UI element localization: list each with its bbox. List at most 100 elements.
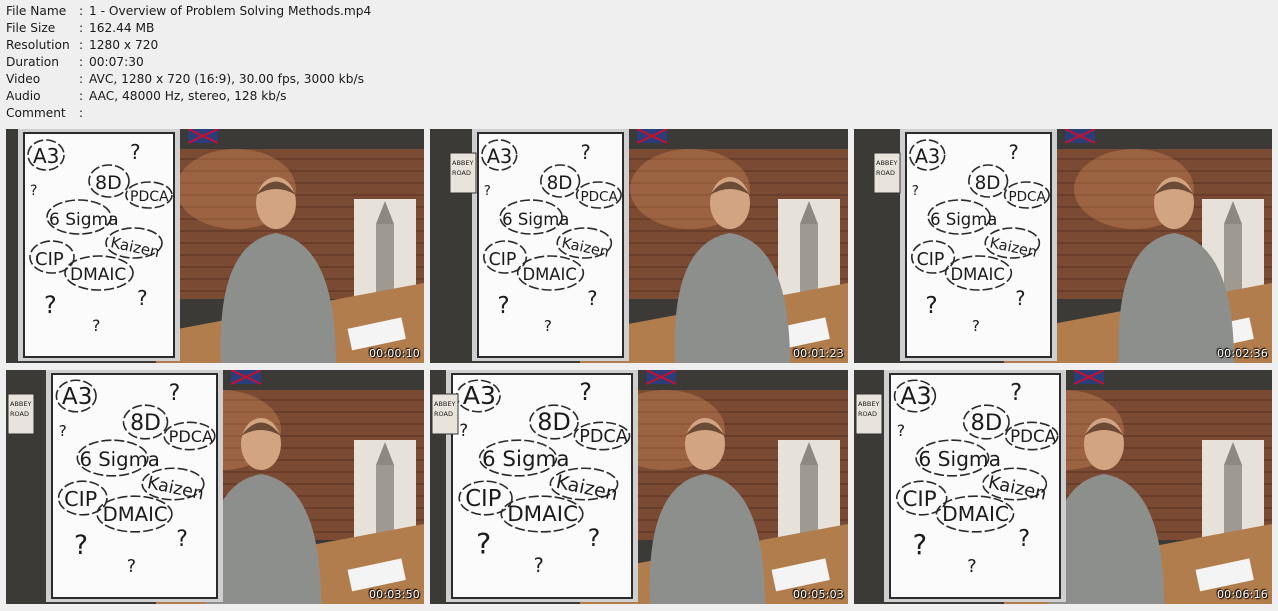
flipchart-word-6sigma: 6 Sigma [80, 448, 160, 471]
info-value: AAC, 48000 Hz, stereo, 128 kb/s [89, 89, 287, 103]
info-value: 00:07:30 [89, 55, 144, 69]
info-row-duration: Duration : 00:07:30 [6, 54, 371, 71]
flipchart-question-mark: ? [1010, 380, 1022, 406]
flipchart-question-mark: ? [1015, 287, 1025, 310]
flipchart-word-dmaic: DMAIC [942, 502, 1009, 526]
video-frame: A38DPDCA6 SigmaCIP KaizenDMAIC??? ??ABBEYR… [430, 370, 848, 604]
info-row-audio: Audio : AAC, 48000 Hz, stereo, 128 kb/s [6, 88, 371, 105]
flipchart-question-mark: ? [913, 530, 927, 561]
flipchart-question-mark: ? [169, 381, 181, 406]
street-sign-text: ABBEY [858, 400, 879, 408]
flipchart-word-6sigma: 6 Sigma [49, 210, 119, 230]
flipchart-word-cip: CIP [465, 486, 501, 512]
info-label: Resolution [6, 38, 70, 52]
street-sign-text: ROAD [858, 410, 877, 418]
info-row-resolution: Resolution : 1280 x 720 [6, 37, 371, 54]
flipchart-question-mark: ? [588, 524, 601, 552]
video-frame: A38DPDCA6 SigmaCIP KaizenDMAIC??? ??ABBEYR… [6, 370, 424, 604]
flipchart-word-pdca: PDCA [1008, 189, 1046, 205]
flipchart-question-mark: ? [30, 183, 37, 199]
flipchart-word-a3: A3 [900, 382, 931, 410]
info-colon: : [79, 89, 84, 103]
street-sign-text: ROAD [10, 410, 29, 418]
video-thumbnail: A3 8D PDCA 6 Sigma CIP Kaizen DMAIC????? ABBEY R… [430, 129, 848, 363]
flipchart-question-mark: ? [137, 286, 148, 310]
flipchart-question-mark: ? [580, 141, 590, 164]
flipchart-question-mark: ? [587, 287, 597, 310]
video-frame: A38DPDCA6 SigmaCIP KaizenDMAIC??? ??ABBEYR… [430, 129, 848, 363]
flipchart-word-8d: 8D [130, 411, 161, 436]
video-thumbnail: A3 8D PDCA 6 Sigma CIP Kaizen DMAIC????? 00:00:… [6, 129, 424, 363]
info-row-file-name: File Name : 1 - Overview of Problem Solv… [6, 3, 371, 20]
flipchart-question-mark: ? [912, 183, 919, 199]
video-thumbnail: A3 8D PDCA 6 Sigma CIP Kaizen DMAIC????? ABBEY R… [430, 370, 848, 604]
info-colon: : [79, 55, 84, 69]
flipchart-question-mark: ? [897, 421, 905, 440]
flipchart-word-6sigma: 6 Sigma [930, 210, 997, 229]
video-frame: A38DPDCA6 SigmaCIP KaizenDMAIC??? ??ABBEYR… [854, 129, 1272, 363]
flipchart-question-mark: ? [74, 530, 88, 561]
info-row-file-size: File Size : 162.44 MB [6, 20, 371, 37]
flipchart-word-pdca: PDCA [580, 189, 618, 205]
flipchart-question-mark: ? [44, 291, 57, 319]
timestamp-label: 00:06:16 [1216, 588, 1268, 601]
flipchart-question-mark: ? [967, 556, 977, 577]
flipchart-word-dmaic: DMAIC [103, 503, 168, 526]
flipchart-word-dmaic: DMAIC [950, 265, 1004, 284]
flipchart-question-mark: ? [176, 527, 188, 552]
info-colon: : [79, 4, 84, 18]
flipchart-word-8d: 8D [975, 173, 1001, 194]
video-thumbnail: A3 8D PDCA 6 Sigma CIP Kaizen DMAIC????? ABBEY R… [854, 370, 1272, 604]
flipchart-question-mark: ? [534, 554, 544, 577]
flipchart-question-mark: ? [92, 316, 101, 335]
flipchart-word-pdca: PDCA [1010, 427, 1057, 446]
info-label: Duration [6, 55, 59, 69]
flipchart-word-6sigma: 6 Sigma [502, 210, 569, 229]
flipchart-question-mark: ? [59, 422, 67, 440]
flipchart-word-cip: CIP [902, 487, 936, 512]
info-colon: : [79, 38, 84, 52]
flipchart-word-dmaic: DMAIC [507, 502, 578, 527]
info-value: 1 - Overview of Problem Solving Methods.… [89, 4, 372, 18]
flipchart-question-mark: ? [484, 183, 491, 199]
flipchart-question-mark: ? [544, 317, 552, 335]
video-frame: A38DPDCA6 SigmaCIP KaizenDMAIC????? [6, 129, 424, 363]
flipchart-word-cip: CIP [489, 250, 517, 270]
flipchart-word-8d: 8D [970, 410, 1002, 436]
flipchart-question-mark: ? [130, 140, 141, 164]
flipchart-word-cip: CIP [64, 487, 97, 511]
info-value: 162.44 MB [89, 21, 155, 35]
flipchart-word-a3: A3 [463, 381, 496, 410]
flipchart-question-mark: ? [459, 420, 468, 440]
flipchart-word-dmaic: DMAIC [70, 265, 126, 285]
timestamp-label: 00:03:50 [368, 588, 420, 601]
street-sign-text: ABBEY [452, 159, 473, 167]
street-sign-text: ABBEY [434, 400, 455, 408]
info-label: Audio [6, 89, 41, 103]
flipchart-word-a3: A3 [915, 145, 941, 168]
street-sign-text: ABBEY [876, 159, 897, 167]
flipchart-word-a3: A3 [62, 384, 93, 410]
info-label: Video [6, 72, 41, 86]
flipchart-question-mark: ? [1008, 141, 1018, 164]
flipchart-word-a3: A3 [33, 144, 59, 168]
info-colon: : [79, 21, 84, 35]
video-thumbnail: A3 8D PDCA 6 Sigma CIP Kaizen DMAIC????? ABBEY R… [854, 129, 1272, 363]
flipchart-question-mark: ? [476, 527, 491, 561]
flipchart-word-8d: 8D [537, 408, 571, 436]
flipchart-word-8d: 8D [95, 172, 122, 194]
video-thumbnail: A3 8D PDCA 6 Sigma CIP Kaizen DMAIC????? ABBEY R… [6, 370, 424, 604]
flipchart-word-8d: 8D [547, 173, 573, 194]
flipchart-question-mark: ? [925, 292, 937, 319]
file-info-panel: File Name : 1 - Overview of Problem Solv… [6, 3, 371, 122]
info-value: AVC, 1280 x 720 (16:9), 30.00 fps, 3000 … [89, 72, 364, 86]
flipchart-word-cip: CIP [35, 249, 64, 270]
street-sign-text: ROAD [434, 410, 453, 418]
timestamp-label: 00:01:23 [792, 347, 844, 360]
timestamp-label: 00:00:10 [368, 347, 420, 360]
timestamp-label: 00:02:36 [1216, 347, 1268, 360]
flipchart-question-mark: ? [127, 557, 136, 577]
info-label: File Name [6, 4, 67, 18]
flipchart-question-mark: ? [579, 378, 592, 406]
flipchart-question-mark: ? [497, 292, 509, 319]
